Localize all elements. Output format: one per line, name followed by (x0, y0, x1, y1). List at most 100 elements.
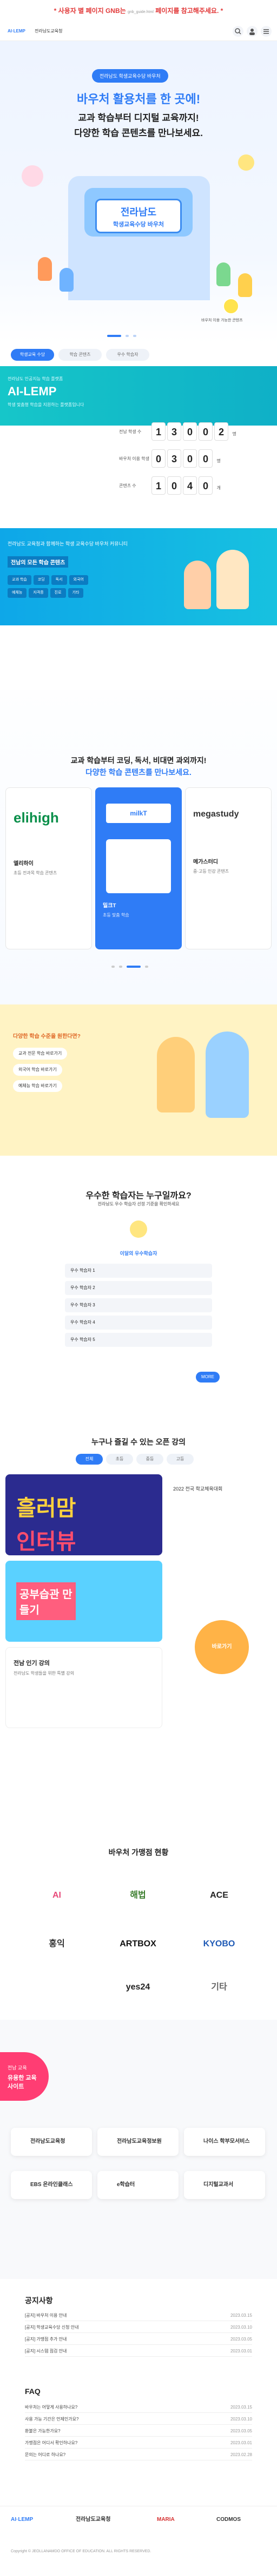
partner-logo[interactable]: ACE (184, 1879, 254, 1912)
lectures-pagination[interactable] (111, 966, 166, 968)
deco-heart (22, 165, 43, 187)
site-card[interactable]: 디지털교과서 (184, 2171, 265, 2199)
lightbulb-icon (130, 1220, 147, 1238)
learning-banner: 다양한 학습 수준을 원한다면? 교과 전문 학습 바로가기 외국어 학습 바로… (0, 1004, 277, 1156)
milkt-logo: milkT (106, 804, 171, 823)
counter-unit: 명 (216, 458, 221, 463)
notice-row[interactable]: [공지] 바우처 이용 안내 2023.03.15 (25, 2310, 252, 2321)
partner-logo[interactable]: AI (22, 1879, 92, 1912)
counter-digit: 3 (167, 422, 181, 441)
ailemp-banner: 전라남도 인공지능 학습 플랫폼 AI-LEMP 학생 맞춤형 학습을 지원하는… (0, 366, 277, 426)
tab-excellent-learner[interactable]: 우수 학습자 (106, 349, 149, 361)
notice-link[interactable]: 페이지를 참고해주세요. * (155, 7, 223, 15)
filter-high[interactable]: 고등 (167, 1454, 194, 1465)
faq-row[interactable]: 환불은 가능한가요? 2023.03.05 (25, 2426, 252, 2437)
ideal-row[interactable]: 우수 학습자 5 (65, 1333, 212, 1347)
counter-digit: 0 (167, 476, 181, 495)
chip[interactable]: 기타 (68, 588, 84, 598)
student-illustration-2 (60, 268, 74, 292)
chip[interactable]: 코딩 (33, 575, 49, 585)
chip[interactable]: 자격증 (29, 588, 48, 598)
footer-logo[interactable]: CODMOS (216, 2514, 241, 2526)
tab-education-allowance[interactable]: 학생교육 수당 (11, 349, 54, 361)
chip[interactable]: 교과 학습 (8, 575, 31, 585)
faq-row-date: 2023.03.01 (230, 2440, 252, 2445)
user-icon[interactable] (247, 26, 258, 37)
partner-logo[interactable]: 해법 (103, 1879, 173, 1912)
elihigh-logo: elihigh (14, 810, 59, 826)
community-desc: 전라남도 교육청과 함께하는 학생 교육수당 바우처 커뮤니티 (8, 541, 128, 547)
faq-row[interactable]: 가맹점은 어디서 확인하나요? 2023.03.01 (25, 2438, 252, 2449)
faq-title: FAQ (25, 2387, 41, 2396)
faq-row[interactable]: 바우처는 어떻게 사용하나요? 2023.03.15 (25, 2402, 252, 2413)
chip[interactable]: 독서 (51, 575, 67, 585)
ideal-more-button[interactable]: MORE (196, 1372, 220, 1383)
filter-all[interactable]: 전체 (76, 1454, 103, 1465)
lecture-card-milkt[interactable]: milkT 밀크T 초등 맞춤 학습 (95, 787, 182, 949)
faq-row-date: 2023.03.15 (230, 2405, 252, 2410)
faq-row[interactable]: 문의는 어디로 하나요? 2023.02.28 (25, 2450, 252, 2460)
board-section: 공지사항 [공지] 바우처 이용 안내 2023.03.15 [공지] 학생교육수… (0, 2279, 277, 2506)
community-chips-2: 예체능 자격증 진로 기타 (8, 586, 170, 598)
search-icon[interactable] (233, 26, 243, 37)
partner-logo[interactable]: KYOBO (184, 1928, 254, 1960)
notice-row[interactable]: [공지] 학생교육수당 신청 안내 2023.03.10 (25, 2322, 252, 2333)
footer-logo[interactable]: AI·LEMP (11, 2514, 33, 2526)
hero-section: 전라남도 학생교육수당 바우처 바우처 활용처를 한 곳에! 교과 학습부터 디… (0, 41, 277, 343)
filter-elementary[interactable]: 초등 (106, 1454, 133, 1465)
notice-row[interactable]: [공지] 가맹점 추가 안내 2023.03.05 (25, 2334, 252, 2345)
section-tabs: 학생교육 수당 학습 콘텐츠 우수 학습자 (0, 343, 277, 366)
notice-row-date: 2023.03.01 (230, 2349, 252, 2354)
partner-logo[interactable]: 기타 (184, 1971, 254, 2004)
filter-middle[interactable]: 중등 (136, 1454, 163, 1465)
sites-badge-bg: 전남 교육 유용한 교육 사이트 (0, 2052, 49, 2101)
card-text-habit: 공부습관 만들기 (16, 1582, 76, 1620)
chip[interactable]: 예체능 (8, 588, 27, 598)
site-card[interactable]: e학습터 (97, 2171, 179, 2199)
learn-button-2[interactable]: 외국어 학습 바로가기 (13, 1064, 62, 1076)
lecture-card-elihigh[interactable]: elihigh 엘리하이 초등 전과목 학습 콘텐츠 (5, 787, 92, 949)
counter-digit: 4 (183, 476, 197, 495)
ideal-row[interactable]: 우수 학습자 1 (65, 1264, 212, 1278)
course-card-habit[interactable]: 공부습관 만들기 (5, 1561, 162, 1642)
chip[interactable]: 외국어 (69, 575, 88, 585)
notice-row-text: [공지] 학생교육수당 신청 안내 (25, 2325, 79, 2330)
partner-logo[interactable]: yes24 (103, 1971, 173, 2004)
notice-row-date: 2023.03.10 (230, 2325, 252, 2330)
ideal-desc: 전라남도 우수 학습자 선정 기준을 확인하세요 (97, 1202, 180, 1206)
hero-pagination[interactable] (107, 335, 170, 337)
course-card-interview[interactable]: 흘러맘 인터뷰 (5, 1474, 162, 1555)
menu-icon[interactable] (261, 26, 272, 37)
ideal-row[interactable]: 우수 학습자 4 (65, 1316, 212, 1330)
site-card[interactable]: 나이스 학부모서비스 (184, 2128, 265, 2156)
learn-button-1[interactable]: 교과 전문 학습 바로가기 (13, 1048, 68, 1060)
partner-logo[interactable]: 홍익 (22, 1928, 92, 1960)
course-card-popular[interactable]: 전남 인기 강의 전라남도 학생들을 위한 특별 강의 (5, 1647, 162, 1728)
notice-row[interactable]: [공지] 시스템 점검 안내 2023.03.01 (25, 2346, 252, 2357)
notice-row-text: [공지] 가맹점 추가 안내 (25, 2337, 67, 2342)
student-illustration-4 (238, 273, 252, 297)
site-card[interactable]: EBS 온라인클래스 (11, 2171, 92, 2199)
lecture-card-megastudy[interactable]: megastudy 메가스터디 중·고등 인강 콘텐츠 (185, 787, 272, 949)
side-course-button[interactable]: 바로가기 (195, 1620, 249, 1674)
ideal-row[interactable]: 우수 학습자 3 (65, 1298, 212, 1312)
site-card[interactable]: 전라남도교육청 (11, 2128, 92, 2156)
notice-text: * 사용자 별 페이지 GNB는 (54, 7, 126, 15)
jne-logo[interactable]: 전라남도교육청 (35, 27, 63, 36)
site-card[interactable]: 전라남도교육정보원 (97, 2128, 179, 2156)
card-text-1: 흘러맘 (16, 1496, 76, 1520)
ailemp-logo[interactable]: AI·LEMP (8, 27, 25, 36)
learn-button-3[interactable]: 예체능 학습 바로가기 (13, 1080, 62, 1092)
footer-logo[interactable]: 전라남도교육청 (76, 2514, 110, 2526)
ideal-row[interactable]: 우수 학습자 2 (65, 1281, 212, 1295)
chip[interactable]: 진로 (50, 588, 66, 598)
counter-digit: 0 (199, 422, 213, 441)
lectures-title-2: 다양한 학습 콘텐츠를 만나보세요. (85, 768, 192, 777)
tab-learning-content[interactable]: 학습 콘텐츠 (58, 349, 102, 361)
notice-title: 공지사항 (25, 2296, 53, 2305)
counter-digit: 0 (199, 449, 213, 468)
partner-logo[interactable]: ARTBOX (103, 1928, 173, 1960)
faq-row[interactable]: 사용 가능 기간은 언제인가요? 2023.03.10 (25, 2414, 252, 2425)
footer-logo[interactable]: MARIA (157, 2514, 175, 2526)
faq-row-text: 가맹점은 어디서 확인하나요? (25, 2440, 78, 2445)
